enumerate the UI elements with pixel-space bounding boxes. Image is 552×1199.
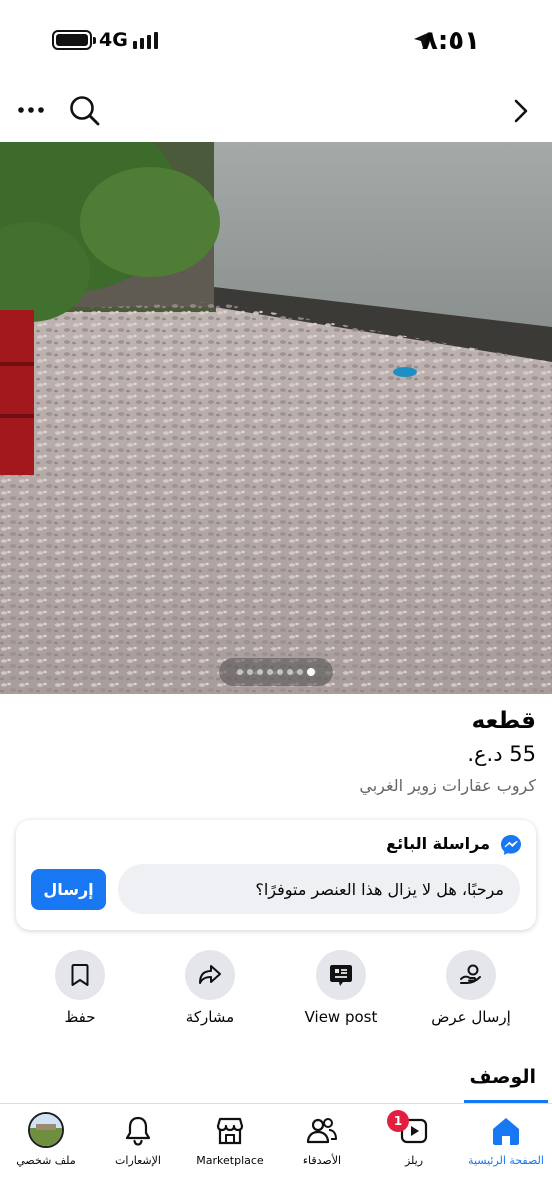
view-post-button[interactable]: View post — [286, 950, 396, 1030]
save-label: حفظ — [64, 1008, 96, 1026]
tab-reels[interactable]: 1 ريلز — [368, 1110, 460, 1174]
offer-hand-icon — [446, 950, 496, 1000]
tab-home-label: الصفحة الرئيسية — [468, 1154, 544, 1167]
view-post-label: View post — [304, 1008, 378, 1026]
tab-profile-label: ملف شخصي — [16, 1154, 76, 1167]
message-input[interactable] — [118, 864, 520, 914]
tab-marketplace[interactable]: Marketplace — [184, 1112, 276, 1174]
tab-friends[interactable]: الأصدقاء — [276, 1112, 368, 1174]
signal-icon — [133, 31, 161, 49]
battery-icon — [52, 30, 96, 50]
message-card-title: مراسلة البائع — [386, 834, 490, 853]
bell-icon — [125, 1116, 151, 1146]
listing-price: 55 د.ع. — [467, 742, 536, 766]
share-label: مشاركة — [185, 1008, 235, 1026]
tab-notifications-label: الإشعارات — [115, 1154, 161, 1167]
tab-home[interactable]: الصفحة الرئيسية — [460, 1112, 552, 1174]
share-arrow-icon — [185, 950, 235, 1000]
marketplace-icon — [216, 1117, 244, 1145]
listing-title: قطعه — [471, 708, 536, 734]
post-icon — [316, 950, 366, 1000]
share-button[interactable]: مشاركة — [155, 950, 265, 1030]
search-icon[interactable] — [68, 94, 102, 128]
send-button[interactable]: إرسال — [31, 869, 106, 910]
save-button[interactable]: حفظ — [25, 950, 135, 1030]
tab-friends-label: الأصدقاء — [302, 1154, 342, 1167]
tab-profile[interactable]: ملف شخصي — [0, 1112, 92, 1174]
listing-actions: إرسال عرض View post مشاركة حفظ — [0, 950, 552, 1030]
tab-notifications[interactable]: الإشعارات — [92, 1112, 184, 1174]
tab-reels-label: ريلز — [404, 1154, 424, 1167]
avatar — [28, 1112, 64, 1148]
network-type: 4G — [99, 29, 128, 51]
send-offer-button[interactable]: إرسال عرض — [416, 950, 526, 1030]
messenger-icon — [501, 835, 521, 855]
listing-photo[interactable] — [0, 142, 552, 694]
image-pager — [219, 658, 333, 686]
listing-photo-image — [0, 142, 552, 694]
chevron-right-icon[interactable] — [510, 96, 532, 126]
message-seller-card: مراسلة البائع إرسال — [16, 820, 536, 930]
bottom-tab-bar: الصفحة الرئيسية 1 ريلز الأصدقاء Marketpl… — [0, 1103, 552, 1199]
home-icon — [493, 1118, 519, 1145]
more-dots-icon[interactable] — [16, 98, 46, 122]
friends-icon — [306, 1118, 337, 1144]
status-time: ٨:٥١ — [421, 26, 480, 56]
listing-seller[interactable]: كروب عقارات زوير الغربي — [359, 776, 536, 795]
send-offer-label: إرسال عرض — [431, 1008, 511, 1026]
status-bar: 4G ٨:٥١ — [0, 0, 552, 80]
reels-badge: 1 — [387, 1110, 409, 1132]
bookmark-icon — [55, 950, 105, 1000]
nav-bar — [0, 82, 552, 142]
tab-marketplace-label: Marketplace — [196, 1154, 264, 1167]
tab-description[interactable]: الوصف — [469, 1066, 536, 1088]
